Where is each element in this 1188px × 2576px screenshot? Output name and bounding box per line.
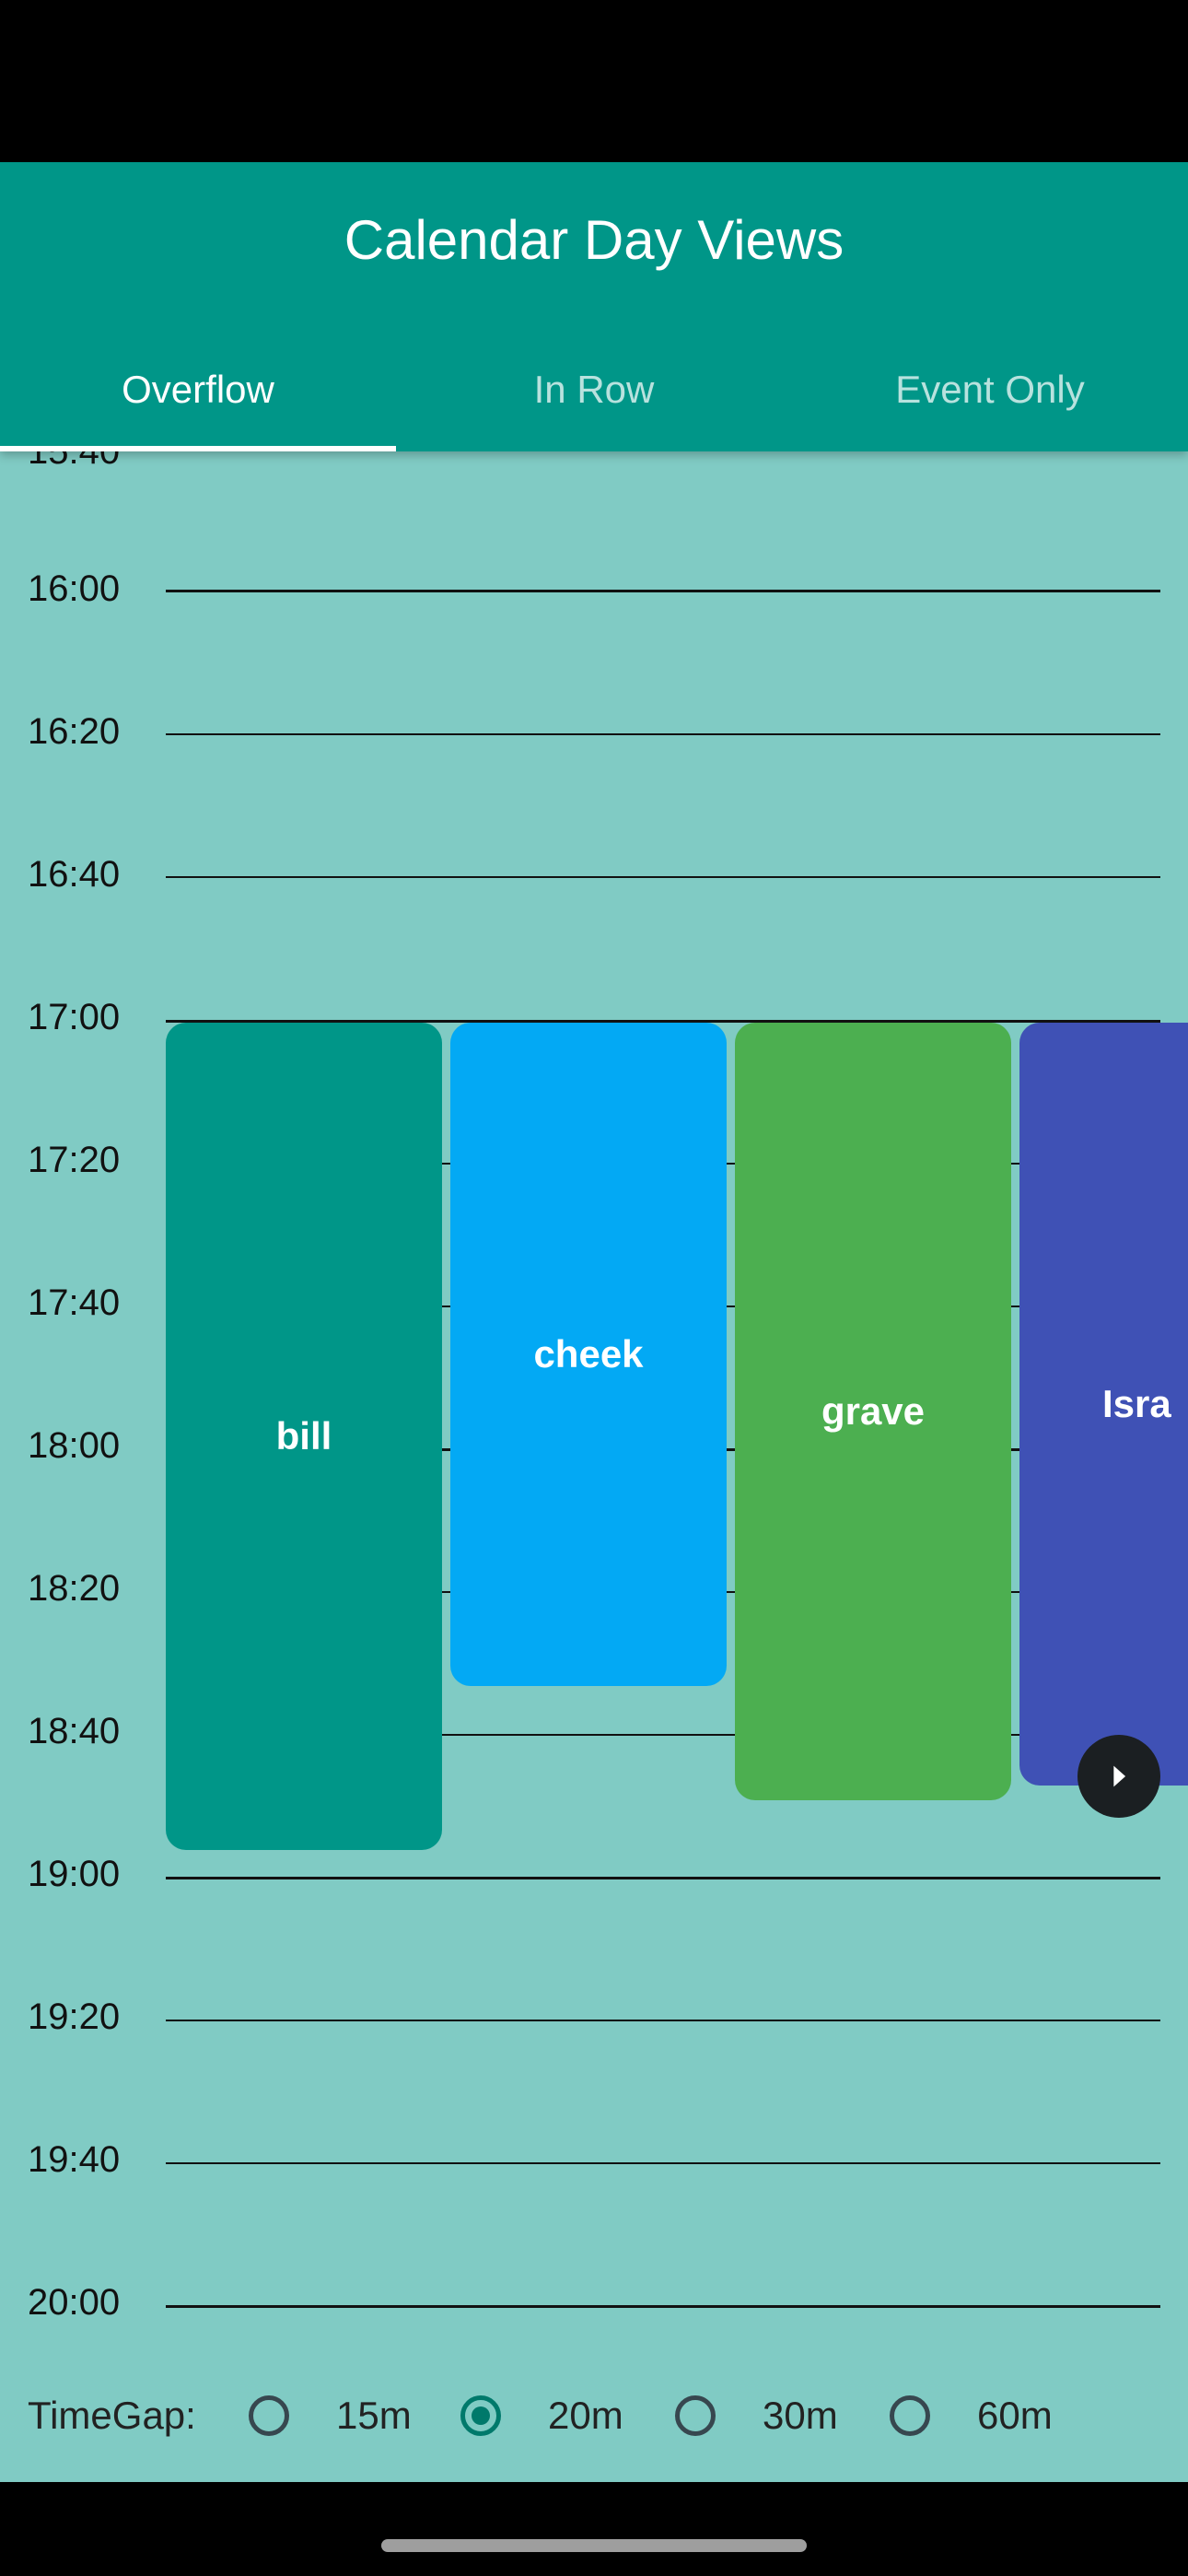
time-label: 18:20 bbox=[28, 1568, 121, 1609]
time-label: 15:40 bbox=[28, 451, 121, 472]
event-title: bill bbox=[275, 1414, 332, 1458]
radio-label-30m[interactable]: 30m bbox=[763, 2394, 838, 2438]
time-label: 16:20 bbox=[28, 711, 121, 752]
time-label: 20:00 bbox=[28, 2282, 121, 2323]
tab-in-row[interactable]: In Row bbox=[396, 328, 792, 451]
radio-30m[interactable] bbox=[675, 2395, 716, 2436]
radio-label-20m[interactable]: 20m bbox=[548, 2394, 623, 2438]
time-label: 18:40 bbox=[28, 1711, 121, 1751]
hour-line bbox=[166, 2305, 1160, 2308]
event-title: cheek bbox=[533, 1332, 644, 1376]
radio-label-15m[interactable]: 15m bbox=[336, 2394, 412, 2438]
chevron-right-icon bbox=[1113, 1765, 1126, 1787]
time-label: 17:40 bbox=[28, 1282, 121, 1323]
navigation-bar bbox=[0, 2482, 1188, 2576]
radio-15m[interactable] bbox=[249, 2395, 289, 2436]
tab-overflow[interactable]: Overflow bbox=[0, 328, 396, 451]
event-isra[interactable]: Isra bbox=[1019, 1023, 1188, 1786]
radio-60m[interactable] bbox=[890, 2395, 930, 2436]
event-bill[interactable]: bill bbox=[166, 1023, 442, 1850]
tab-event-only[interactable]: Event Only bbox=[792, 328, 1188, 451]
time-label: 17:20 bbox=[28, 1140, 121, 1180]
grid-line bbox=[166, 876, 1160, 878]
event-title: Isra bbox=[1102, 1382, 1171, 1425]
time-label: 16:00 bbox=[28, 568, 121, 609]
hour-line bbox=[166, 590, 1160, 592]
grid-line bbox=[166, 2162, 1160, 2164]
tab-bar: Overflow In Row Event Only bbox=[0, 328, 1188, 451]
home-indicator[interactable] bbox=[381, 2539, 807, 2552]
time-label: 18:00 bbox=[28, 1425, 121, 1466]
time-label: 19:00 bbox=[28, 1854, 121, 1894]
app-title: Calendar Day Views bbox=[344, 209, 844, 271]
time-label: 16:40 bbox=[28, 854, 121, 895]
radio-label-60m[interactable]: 60m bbox=[977, 2394, 1053, 2438]
timegap-label: TimeGap: bbox=[28, 2394, 196, 2437]
grid-line bbox=[166, 733, 1160, 735]
app-bar: Calendar Day Views Overflow In Row Event… bbox=[0, 162, 1188, 451]
time-label: 19:20 bbox=[28, 1996, 121, 2037]
time-label: 19:40 bbox=[28, 2139, 121, 2180]
status-bar bbox=[0, 0, 1188, 162]
hour-line bbox=[166, 1877, 1160, 1879]
grid-line bbox=[166, 2020, 1160, 2021]
event-cheek[interactable]: cheek bbox=[450, 1023, 727, 1686]
event-grave[interactable]: grave bbox=[735, 1023, 1011, 1800]
day-timeline[interactable]: 15:40 16:00 16:20 16:40 17:00 17:20 17:4… bbox=[0, 451, 1188, 2482]
time-label: 17:00 bbox=[28, 997, 121, 1037]
timegap-bar: TimeGap: 15m 20m 30m 60m bbox=[0, 2349, 1188, 2482]
scroll-right-button[interactable] bbox=[1077, 1735, 1160, 1818]
radio-20m[interactable] bbox=[460, 2395, 501, 2436]
event-title: grave bbox=[821, 1389, 926, 1433]
